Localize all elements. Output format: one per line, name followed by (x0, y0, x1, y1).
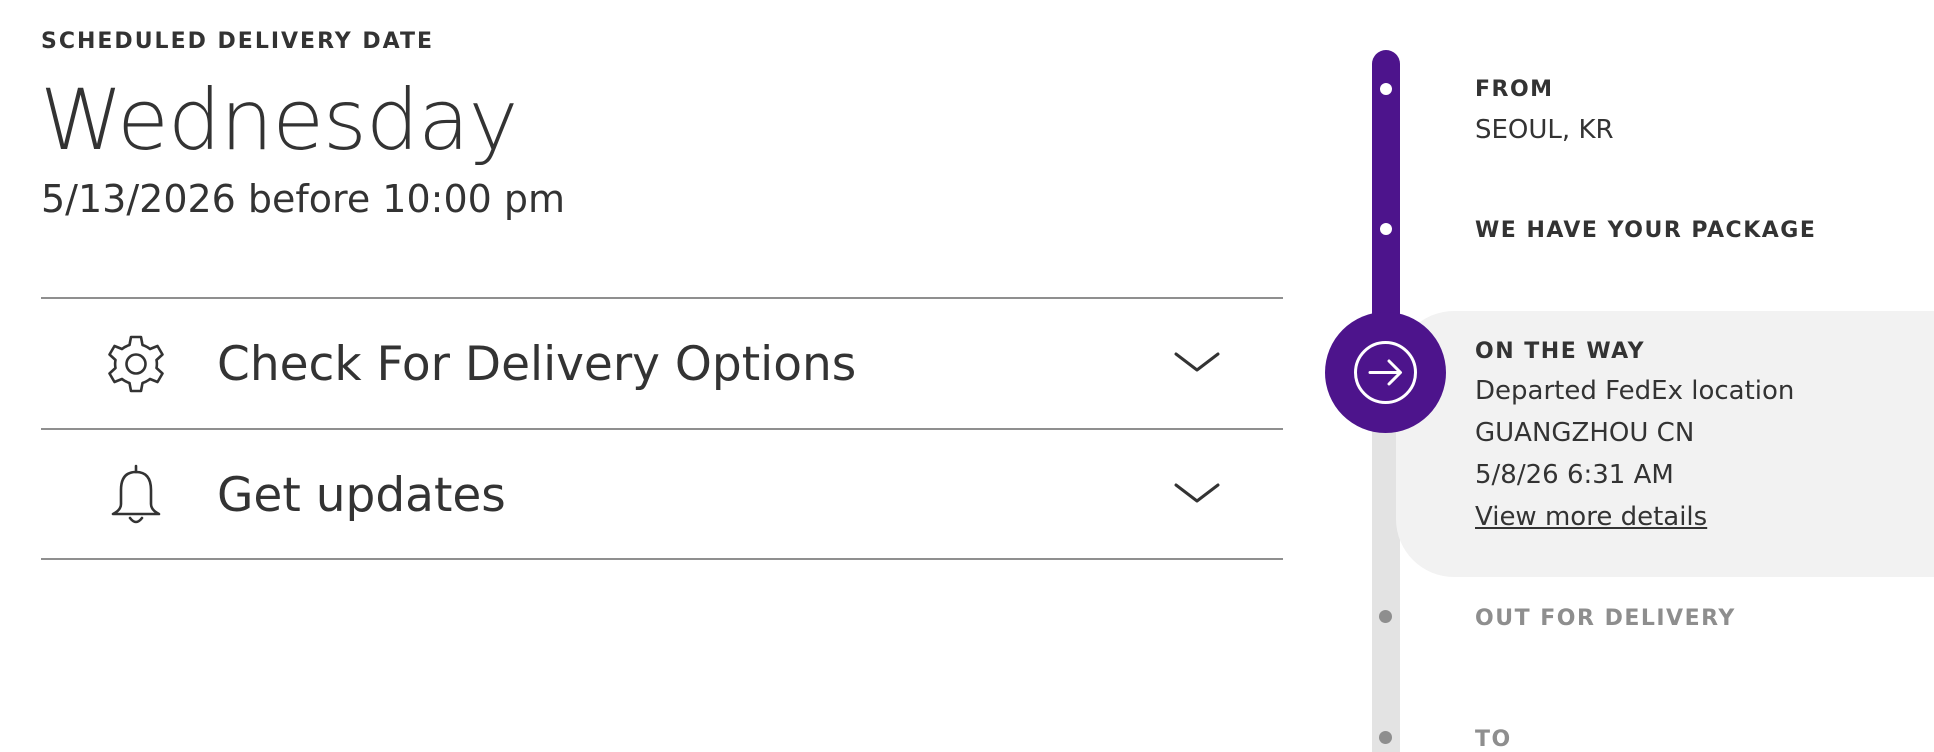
get-updates-panel[interactable]: Get updates (41, 428, 1283, 560)
delivery-options-label: Check For Delivery Options (217, 337, 857, 392)
timeline-dot-to (1379, 731, 1392, 744)
arrow-right-icon (1354, 341, 1417, 404)
timeline-dot-from (1380, 83, 1392, 95)
delivery-options-panel[interactable]: Check For Delivery Options (41, 297, 1283, 427)
scheduled-delivery-label: SCHEDULED DELIVERY DATE (41, 29, 435, 54)
to-label: TO (1475, 727, 1512, 752)
current-step-label: ON THE WAY (1475, 339, 1646, 364)
delivery-day: Wednesday (40, 71, 518, 169)
received-label: WE HAVE YOUR PACKAGE (1475, 218, 1817, 243)
from-label: FROM (1475, 77, 1554, 102)
get-updates-label: Get updates (217, 468, 506, 523)
delivery-date-window: 5/13/2026 before 10:00 pm (41, 177, 566, 221)
chevron-down-icon[interactable] (1173, 349, 1221, 377)
current-step-status: Departed FedEx location (1475, 376, 1795, 406)
from-location: SEOUL, KR (1475, 115, 1614, 145)
gear-icon (103, 331, 169, 397)
view-more-details-link[interactable]: View more details (1475, 500, 1707, 534)
timeline-dot-received (1380, 223, 1392, 235)
out-for-delivery-label: OUT FOR DELIVERY (1475, 606, 1736, 631)
current-step-location: GUANGZHOU CN (1475, 418, 1695, 448)
chevron-down-icon[interactable] (1173, 480, 1221, 508)
current-step-datetime: 5/8/26 6:31 AM (1475, 460, 1674, 490)
timeline-dot-out-for-delivery (1379, 610, 1392, 623)
bell-icon (103, 462, 169, 528)
current-step-marker[interactable] (1325, 312, 1446, 433)
